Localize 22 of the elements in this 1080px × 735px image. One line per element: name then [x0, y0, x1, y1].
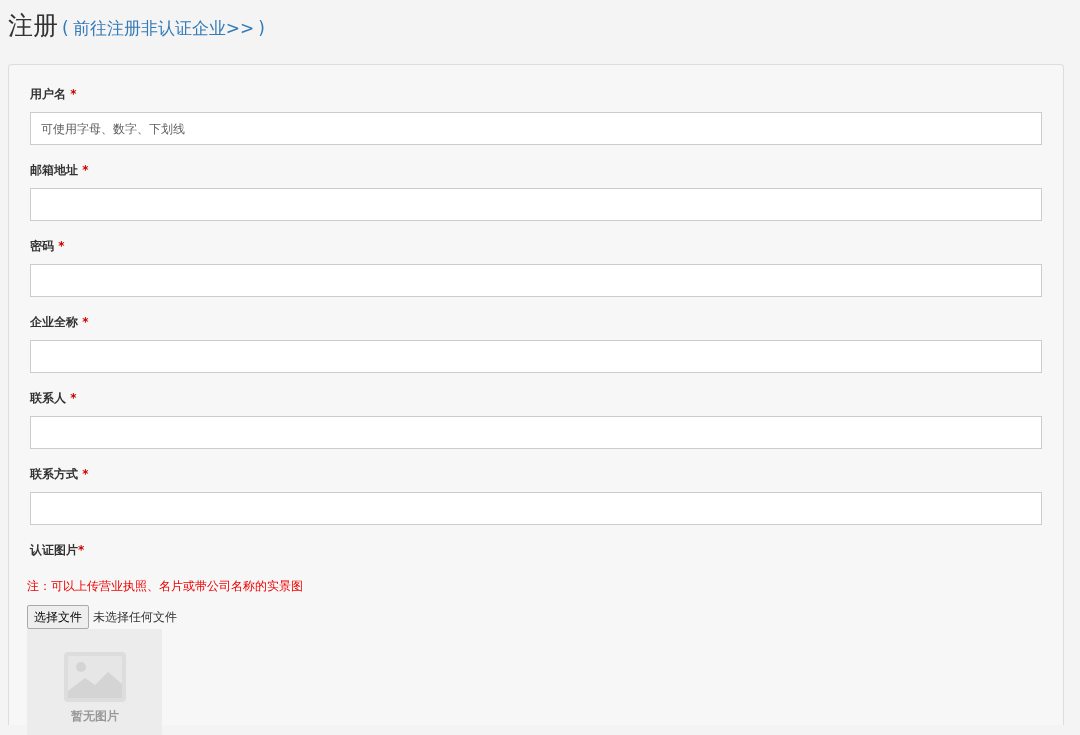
file-status: 未选择任何文件 — [93, 609, 177, 626]
note-text: 注：可以上传营业执照、名片或带公司名称的实景图 — [27, 578, 304, 595]
input-field[interactable] — [30, 188, 1042, 221]
image-icon — [62, 650, 127, 703]
input-field[interactable] — [30, 492, 1042, 525]
field-label: 用户名 * — [30, 86, 78, 103]
page-title: 注册 — [8, 10, 58, 42]
field-label: 企业全称 * — [30, 314, 90, 331]
parenthesis: ) — [258, 17, 265, 40]
field-label: 密码 * — [30, 238, 66, 255]
choose-file-button[interactable]: 选择文件 — [27, 605, 89, 629]
input-field[interactable] — [30, 264, 1042, 297]
field-label: 认证图片* — [30, 542, 86, 559]
field-label: 邮箱地址 * — [30, 162, 90, 179]
parenthesis: ( — [62, 17, 69, 40]
input-field[interactable] — [30, 340, 1042, 373]
placeholder-text: 暂无图片 — [70, 707, 119, 725]
field-label: 联系人 * — [30, 390, 78, 407]
register-link[interactable]: 前往注册非认证企业>> — [72, 16, 255, 42]
input-field[interactable]: 可使用字母、数字、下划线 — [30, 112, 1042, 145]
field-label: 联系方式 * — [30, 466, 90, 483]
input-field[interactable] — [30, 416, 1042, 449]
